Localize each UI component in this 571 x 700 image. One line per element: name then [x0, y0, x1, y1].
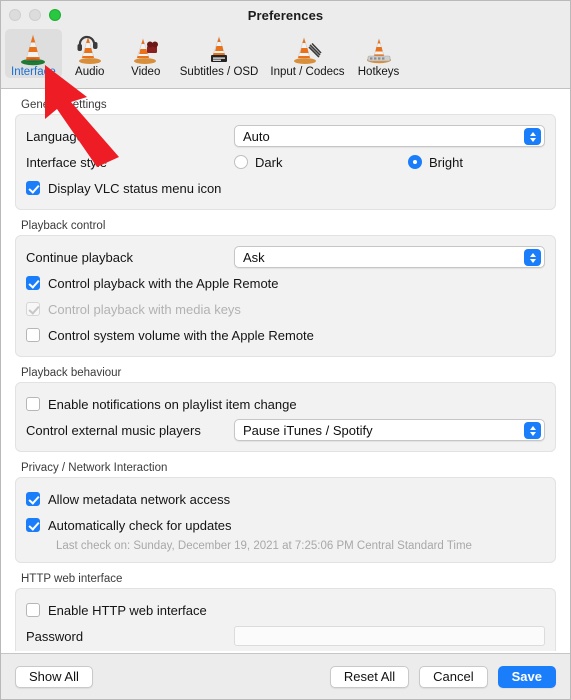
- minimize-button-icon[interactable]: [29, 9, 41, 21]
- metadata-checkbox-row[interactable]: Allow metadata network access: [26, 486, 545, 512]
- tab-hotkeys-label: Hotkeys: [357, 66, 400, 78]
- radio-bright[interactable]: Bright: [408, 155, 463, 170]
- vlc-cone-video-icon: [128, 31, 164, 67]
- notifications-checkbox-icon: [26, 397, 40, 411]
- preferences-content[interactable]: General Settings Language Auto Interface…: [1, 89, 570, 653]
- continue-playback-select[interactable]: Ask: [234, 246, 545, 268]
- tab-input-codecs[interactable]: Input / Codecs: [264, 29, 350, 78]
- http-group: Enable HTTP web interface Password: [15, 588, 556, 651]
- media-keys-label: Control playback with media keys: [48, 301, 241, 317]
- footer-right-buttons: Reset All Cancel Save: [329, 665, 556, 688]
- tab-audio[interactable]: Audio: [62, 29, 118, 78]
- external-players-row: Control external music players Pause iTu…: [26, 417, 545, 443]
- reset-all-button[interactable]: Reset All: [329, 665, 410, 688]
- http-enable-label: Enable HTTP web interface: [48, 602, 207, 618]
- vlc-cone-audio-icon: [72, 31, 108, 67]
- system-volume-checkbox-icon: [26, 328, 40, 342]
- updates-checkbox-icon: [26, 518, 40, 532]
- system-volume-checkbox-row[interactable]: Control system volume with the Apple Rem…: [26, 322, 545, 348]
- vlc-cone-input-icon: [289, 31, 325, 67]
- vlc-cone-subtitles-icon: [201, 31, 237, 67]
- apple-remote-label: Control playback with the Apple Remote: [48, 275, 279, 291]
- updates-checkbox-row[interactable]: Automatically check for updates: [26, 512, 545, 538]
- tab-interface[interactable]: Interface: [5, 29, 62, 78]
- language-select[interactable]: Auto: [234, 125, 545, 147]
- radio-dark-icon: [234, 155, 248, 169]
- system-volume-label: Control system volume with the Apple Rem…: [48, 327, 314, 343]
- status-menu-checkbox-row[interactable]: Display VLC status menu icon: [26, 175, 545, 201]
- traffic-lights: [9, 9, 61, 21]
- radio-bright-label: Bright: [429, 154, 463, 170]
- password-row: Password: [26, 623, 545, 649]
- chevron-updown-icon: [524, 128, 541, 145]
- chevron-updown-icon: [524, 422, 541, 439]
- last-check-text: Last check on: Sunday, December 19, 2021…: [56, 540, 472, 552]
- window-title: Preferences: [247, 7, 324, 23]
- playback-behaviour-title: Playback behaviour: [21, 367, 122, 379]
- close-button-icon[interactable]: [9, 9, 21, 21]
- tab-subtitles-osd-label: Subtitles / OSD: [179, 66, 259, 78]
- footer-left-buttons: Show All: [15, 665, 93, 688]
- vlc-cone-hotkeys-icon: [361, 31, 397, 67]
- metadata-checkbox-icon: [26, 492, 40, 506]
- radio-bright-icon: [408, 155, 422, 169]
- privacy-title: Privacy / Network Interaction: [21, 462, 168, 474]
- external-players-label: Control external music players: [26, 422, 201, 438]
- playback-control-group: Continue playback Ask Control playback w…: [15, 235, 556, 357]
- interface-style-row: Interface style Dark Bright: [26, 149, 545, 175]
- radio-dark[interactable]: Dark: [234, 155, 400, 170]
- status-menu-checkbox-icon: [26, 181, 40, 195]
- privacy-group: Allow metadata network access Automatica…: [15, 477, 556, 563]
- password-field[interactable]: [234, 626, 545, 646]
- tab-interface-label: Interface: [11, 66, 56, 78]
- language-label: Language: [26, 128, 84, 144]
- media-keys-checkbox-row: Control playback with media keys: [26, 296, 545, 322]
- continue-playback-row: Continue playback Ask: [26, 244, 545, 270]
- vlc-cone-interface-icon: [15, 31, 51, 67]
- playback-control-title: Playback control: [21, 220, 106, 232]
- password-label: Password: [26, 628, 84, 644]
- preferences-window: Preferences Interface Audio Video Subtit…: [0, 0, 571, 700]
- interface-style-label: Interface style: [26, 154, 107, 170]
- tab-hotkeys[interactable]: Hotkeys: [351, 29, 407, 78]
- general-settings-title: General Settings: [21, 99, 107, 111]
- cancel-button[interactable]: Cancel: [419, 665, 488, 688]
- playback-behaviour-group: Enable notifications on playlist item ch…: [15, 382, 556, 452]
- tab-audio-label: Audio: [75, 66, 105, 78]
- metadata-label: Allow metadata network access: [48, 491, 231, 507]
- continue-playback-value: Ask: [243, 249, 265, 265]
- http-enable-checkbox-icon: [26, 603, 40, 617]
- tab-video[interactable]: Video: [118, 29, 174, 78]
- general-settings-group: Language Auto Interface style Dark Brigh…: [15, 114, 556, 210]
- language-row: Language Auto: [26, 123, 545, 149]
- notifications-label: Enable notifications on playlist item ch…: [48, 396, 297, 412]
- tab-input-codecs-label: Input / Codecs: [270, 66, 345, 78]
- zoom-button-icon[interactable]: [49, 9, 61, 21]
- radio-dark-label: Dark: [255, 154, 283, 170]
- continue-playback-label: Continue playback: [26, 249, 133, 265]
- external-players-select[interactable]: Pause iTunes / Spotify: [234, 419, 545, 441]
- tab-subtitles-osd[interactable]: Subtitles / OSD: [174, 29, 265, 78]
- external-players-value: Pause iTunes / Spotify: [243, 422, 373, 438]
- apple-remote-checkbox-icon: [26, 276, 40, 290]
- save-button[interactable]: Save: [497, 665, 556, 688]
- updates-label: Automatically check for updates: [48, 517, 232, 533]
- http-title: HTTP web interface: [21, 573, 123, 585]
- tab-video-label: Video: [131, 66, 161, 78]
- notifications-checkbox-row[interactable]: Enable notifications on playlist item ch…: [26, 391, 545, 417]
- dialog-footer: Show All Reset All Cancel Save: [1, 653, 570, 699]
- status-menu-label: Display VLC status menu icon: [48, 180, 222, 196]
- show-all-button[interactable]: Show All: [15, 665, 93, 688]
- language-select-value: Auto: [243, 128, 270, 144]
- apple-remote-checkbox-row[interactable]: Control playback with the Apple Remote: [26, 270, 545, 296]
- preferences-toolbar: Interface Audio Video Subtitles / OSD In…: [1, 29, 570, 89]
- titlebar: Preferences: [1, 1, 570, 29]
- media-keys-checkbox-icon: [26, 302, 40, 316]
- http-enable-checkbox-row[interactable]: Enable HTTP web interface: [26, 597, 545, 623]
- chevron-updown-icon: [524, 249, 541, 266]
